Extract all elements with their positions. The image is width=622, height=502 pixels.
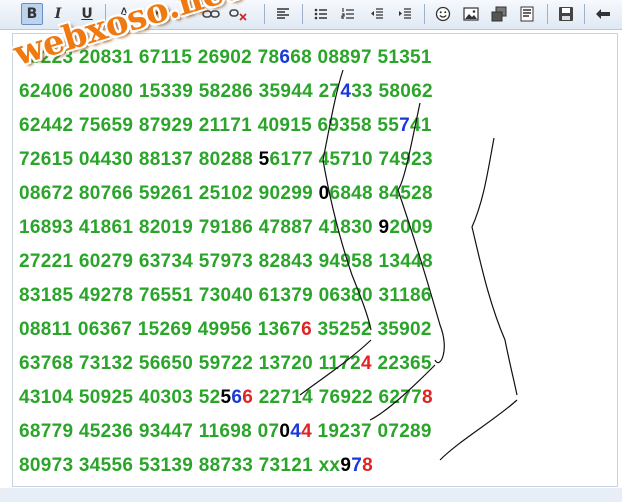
floppy-disk-icon xyxy=(559,7,573,21)
save-button[interactable] xyxy=(555,3,577,25)
highlighted-digit: 7 xyxy=(399,115,411,136)
undo-button[interactable] xyxy=(592,3,614,25)
number-row: 16893 41861 82019 79186 47887 41830 9200… xyxy=(19,217,433,239)
undo-arrow-icon xyxy=(596,9,610,19)
toolbar-separator xyxy=(547,4,548,24)
number-text: 80973 34556 53139 88733 73121 xx xyxy=(19,455,341,476)
highlighted-digit: 6 xyxy=(242,387,254,408)
number-text: 20831 67115 26902 78 xyxy=(78,47,280,68)
highlighted-digit: 9 xyxy=(340,455,352,476)
image-icon xyxy=(463,7,479,21)
number-text: 27221 60279 63734 57973 82843 94958 1344… xyxy=(19,251,433,272)
code-icon xyxy=(520,6,534,22)
toolbar-separator xyxy=(264,4,265,24)
number-row: 72615 04430 88137 80288 56177 45710 7492… xyxy=(19,149,433,171)
toolbar-separator xyxy=(584,4,585,24)
number-row: 83185 49278 76551 73040 61379 06380 3118… xyxy=(19,285,432,307)
number-text: 35252 35902 xyxy=(311,319,432,340)
highlighted-digit: 6 xyxy=(279,47,291,68)
numbered-list-button[interactable] xyxy=(337,3,359,25)
highlighted-digit: 4 xyxy=(290,421,302,442)
highlighted-digit: 9 xyxy=(378,217,390,238)
number-row: 08672 80766 59261 25102 90299 06848 8452… xyxy=(19,183,433,205)
number-row: 08811 06367 15269 49956 13676 35252 3590… xyxy=(19,319,432,341)
number-row: 62406 20080 15339 58286 35944 27433 5806… xyxy=(19,81,433,103)
highlighted-digit: 6 xyxy=(301,319,312,340)
number-row: 27221 60279 63734 57973 82843 94958 1344… xyxy=(19,251,433,273)
highlighted-digit: 0 xyxy=(318,183,330,204)
numbered-list-icon xyxy=(341,8,354,19)
toolbar-separator xyxy=(424,4,425,24)
smiley-icon xyxy=(435,6,451,22)
highlighted-digit: 6 xyxy=(231,387,243,408)
align-left-button[interactable] xyxy=(272,3,294,25)
number-row: 62442 75659 87929 21171 40915 69358 5574… xyxy=(19,115,432,137)
indent-button[interactable] xyxy=(394,3,416,25)
highlighted-digit: 8 xyxy=(362,455,373,476)
outdent-button[interactable] xyxy=(366,3,388,25)
emoticon-button[interactable] xyxy=(432,3,454,25)
number-row: 43104 50925 40303 52566 22714 76922 6277… xyxy=(19,387,433,409)
highlighted-digit: 7 xyxy=(351,455,363,476)
insert-media-button[interactable] xyxy=(488,3,510,25)
editor-status-strip xyxy=(0,488,622,502)
highlighted-digit: 8 xyxy=(421,387,433,408)
insert-code-button[interactable] xyxy=(516,3,538,25)
highlighted-digit: 4 xyxy=(301,421,312,442)
number-text: 6848 84528 xyxy=(329,183,433,204)
highlighted-digit: 5 xyxy=(220,387,232,408)
bold-icon: B xyxy=(26,6,38,22)
number-text: 68779 45236 93447 11698 07 xyxy=(19,421,280,442)
bullet-list-icon xyxy=(314,8,327,20)
number-text: 16893 41861 82019 79186 47887 41830 xyxy=(19,217,379,238)
number-text: 72615 04430 88137 80288 xyxy=(19,149,259,170)
number-text: 6177 45710 74923 xyxy=(269,149,433,170)
number-text: 62442 75659 87929 21171 40915 69358 55 xyxy=(19,115,400,136)
insert-image-button[interactable] xyxy=(460,3,482,25)
number-text: 22365 xyxy=(371,353,432,374)
toolbar-separator xyxy=(302,4,303,24)
highlighted-digit: 0 xyxy=(279,421,291,442)
outdent-icon xyxy=(371,8,383,19)
bullet-list-button[interactable] xyxy=(310,3,332,25)
highlighted-digit: 5 xyxy=(258,149,270,170)
number-text: 68 08897 51351 xyxy=(290,47,432,68)
number-text: 08811 06367 15269 49956 1367 xyxy=(19,319,302,340)
number-row: 68779 45236 93447 11698 07044 19237 0728… xyxy=(19,421,432,443)
number-text: 22714 76922 6277 xyxy=(253,387,422,408)
number-row: 80973 34556 53139 88733 73121 xx978 xyxy=(19,455,373,477)
number-text: 19237 07289 xyxy=(311,421,432,442)
number-text: 63768 73132 56650 59722 13720 1172 xyxy=(19,353,361,374)
number-text: 41 xyxy=(410,115,432,136)
number-text: 08672 80766 59261 25102 90299 xyxy=(19,183,319,204)
number-row: 63768 73132 56650 59722 13720 11724 2236… xyxy=(19,353,432,375)
align-left-icon xyxy=(277,8,289,19)
media-icon xyxy=(491,6,507,22)
number-text: 43104 50925 40303 52 xyxy=(19,387,221,408)
editor-content-area[interactable]: 58223 20831 67115 26902 78668 08897 5135… xyxy=(9,0,618,487)
number-text: 33 58062 xyxy=(351,81,433,102)
bold-button[interactable]: B xyxy=(21,3,43,25)
highlighted-digit: 4 xyxy=(361,353,372,374)
indent-icon xyxy=(399,8,411,19)
number-text: 62406 20080 15339 58286 35944 27 xyxy=(19,81,341,102)
number-text: 2009 xyxy=(389,217,433,238)
number-text: 83185 49278 76551 73040 61379 06380 3118… xyxy=(19,285,432,306)
highlighted-digit: 4 xyxy=(340,81,352,102)
